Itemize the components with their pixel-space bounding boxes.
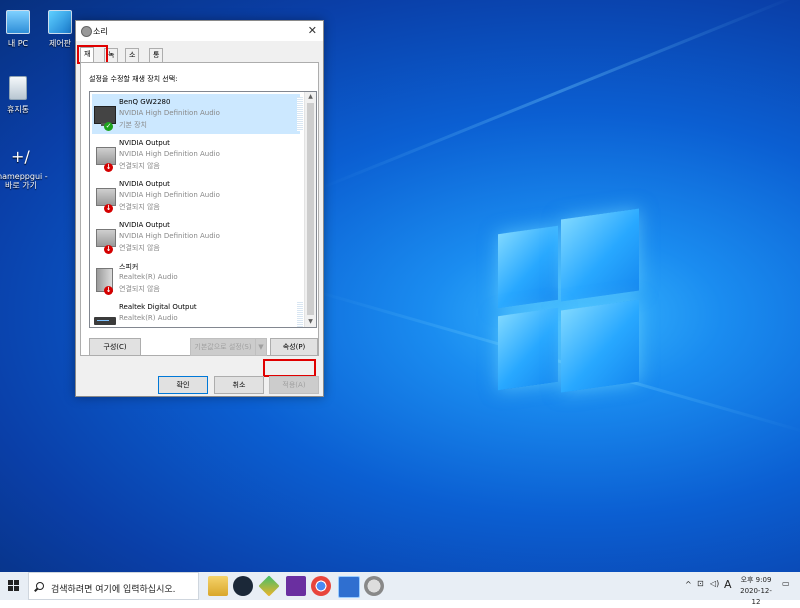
apply-button[interactable]: 적용(A) (269, 376, 319, 394)
desktop-icon-label: 휴지통 (6, 105, 30, 114)
device-item[interactable]: ✓ BenQ GW2280 NVIDIA High Definition Aud… (92, 94, 303, 134)
steam-icon[interactable] (233, 576, 253, 596)
disconnected-icon: ↓ (104, 204, 113, 213)
device-list-scrollbar[interactable]: ▲ ▼ (304, 92, 316, 327)
media-app-icon[interactable] (286, 576, 306, 596)
volume-meter (297, 97, 303, 131)
device-status: 연결되지 않음 (119, 162, 160, 170)
scrollbar-thumb[interactable] (307, 103, 314, 315)
volume-meter (297, 302, 303, 327)
desktop-icon-label: mameppgui - 바로 가기 (0, 172, 48, 190)
device-item[interactable]: ↓ NVIDIA Output NVIDIA High Definition A… (92, 135, 300, 175)
taskbar: 검색하려면 여기에 입력하십시오. ^ ⊡ ◁) A 오후 9:09 2020-… (0, 572, 800, 606)
set-default-button[interactable]: 기본값으로 설정(S) (190, 338, 256, 356)
device-status: 연결되지 않음 (119, 203, 160, 211)
device-driver: Realtek(R) Audio (119, 273, 178, 281)
properties-button[interactable]: 속성(P) (270, 338, 318, 356)
desktop-icon-label: 내 PC (7, 39, 29, 48)
highlight-box (263, 359, 316, 377)
recycle-bin-icon (9, 76, 27, 100)
device-driver: NVIDIA High Definition Audio (119, 232, 220, 240)
device-name: BenQ GW2280 (119, 98, 171, 106)
speaker-icon: ↓ (94, 223, 116, 254)
scroll-down-arrow-icon[interactable]: ▼ (305, 317, 316, 327)
monitor-icon: ✓ (94, 100, 116, 131)
desktop-icon-shortcut[interactable]: +/ mameppgui - 바로 가기 (0, 146, 52, 190)
close-button[interactable]: ✕ (308, 24, 317, 37)
set-default-dropdown-button[interactable]: ▼ (255, 338, 267, 356)
device-item[interactable]: ↓ NVIDIA Output NVIDIA High Definition A… (92, 217, 300, 257)
shortcut-icon: +/ (10, 146, 32, 168)
device-name: Realtek Digital Output (119, 303, 197, 311)
configure-button[interactable]: 구성(C) (89, 338, 141, 356)
file-explorer-icon[interactable] (208, 576, 228, 596)
device-driver: NVIDIA High Definition Audio (119, 150, 220, 158)
chrome-icon[interactable] (311, 576, 331, 596)
device-item[interactable]: Realtek Digital Output Realtek(R) Audio (92, 299, 303, 327)
device-driver: NVIDIA High Definition Audio (119, 109, 220, 117)
device-item[interactable]: ↓ NVIDIA Output NVIDIA High Definition A… (92, 176, 300, 216)
search-icon (36, 582, 44, 590)
disconnected-icon: ↓ (104, 286, 113, 295)
device-driver: NVIDIA High Definition Audio (119, 191, 220, 199)
clock-time: 오후 9:09 (740, 576, 772, 584)
volume-icon[interactable]: ◁) (710, 579, 719, 607)
tab-communications[interactable]: 통신 (149, 48, 164, 72)
ime-indicator[interactable]: A (724, 578, 732, 606)
scroll-up-arrow-icon[interactable]: ▲ (305, 92, 316, 102)
taskbar-clock[interactable]: 오후 9:09 2020-12-12 (736, 575, 776, 608)
start-button[interactable] (0, 572, 28, 600)
device-status: 연결되지 않음 (119, 244, 160, 252)
control-panel-icon (48, 10, 72, 34)
cancel-button[interactable]: 취소 (214, 376, 264, 394)
instruction-text: 설정을 수정할 재생 장치 선택: (89, 75, 178, 83)
dialog-body: 재생 녹음 소리 통신 설정을 수정할 재생 장치 선택: ✓ BenQ GW2… (76, 41, 323, 396)
device-status: 연결되지 않음 (119, 285, 160, 293)
network-icon[interactable]: ⊡ (697, 579, 704, 607)
sound-icon (81, 26, 92, 37)
search-placeholder: 검색하려면 여기에 입력하십시오. (51, 585, 176, 595)
show-hidden-icons-icon[interactable]: ^ (685, 580, 692, 608)
sound-settings-icon[interactable] (338, 576, 360, 598)
device-driver: Realtek(R) Audio (119, 314, 178, 322)
device-list[interactable]: ✓ BenQ GW2280 NVIDIA High Definition Aud… (89, 91, 317, 328)
sound-dialog: 소리 ✕ 재생 녹음 소리 통신 설정을 수정할 재생 장치 선택: ✓ Ben… (75, 20, 324, 397)
svg-text:+/: +/ (11, 147, 30, 166)
tab-sounds[interactable]: 소리 (125, 48, 140, 72)
desktop-icon-recycle-bin[interactable]: 휴지통 (0, 76, 48, 115)
device-name: NVIDIA Output (119, 221, 170, 229)
app-icon[interactable] (258, 575, 280, 597)
desktop-icon-label: 제어판 (48, 39, 72, 48)
device-item[interactable]: ↓ 스피커 Realtek(R) Audio 연결되지 않음 (92, 258, 300, 298)
device-name: NVIDIA Output (119, 180, 170, 188)
speaker-icon: ↓ (94, 182, 116, 213)
windows-logo (493, 208, 643, 412)
dialog-title: 소리 (93, 27, 108, 36)
speaker-icon: ↓ (94, 264, 114, 295)
clock-date: 2020-12-12 (740, 587, 772, 606)
digital-output-icon (94, 305, 116, 327)
tab-panel: 설정을 수정할 재생 장치 선택: ✓ BenQ GW2280 NVIDIA H… (80, 62, 319, 356)
light-beam (318, 0, 800, 191)
sound-icon[interactable] (364, 576, 384, 596)
taskbar-search-box[interactable]: 검색하려면 여기에 입력하십시오. (28, 572, 199, 600)
disconnected-icon: ↓ (104, 163, 113, 172)
notification-icon[interactable]: ▭ (782, 579, 790, 607)
dialog-titlebar[interactable]: 소리 ✕ (76, 21, 323, 41)
default-device-check-icon: ✓ (104, 122, 113, 131)
disconnected-icon: ↓ (104, 245, 113, 254)
this-pc-icon (6, 10, 30, 34)
speaker-icon: ↓ (94, 141, 116, 172)
ok-button[interactable]: 확인 (158, 376, 208, 394)
device-name: 스피커 (119, 263, 139, 271)
device-name: NVIDIA Output (119, 139, 170, 147)
device-status: 기본 장치 (119, 121, 147, 129)
